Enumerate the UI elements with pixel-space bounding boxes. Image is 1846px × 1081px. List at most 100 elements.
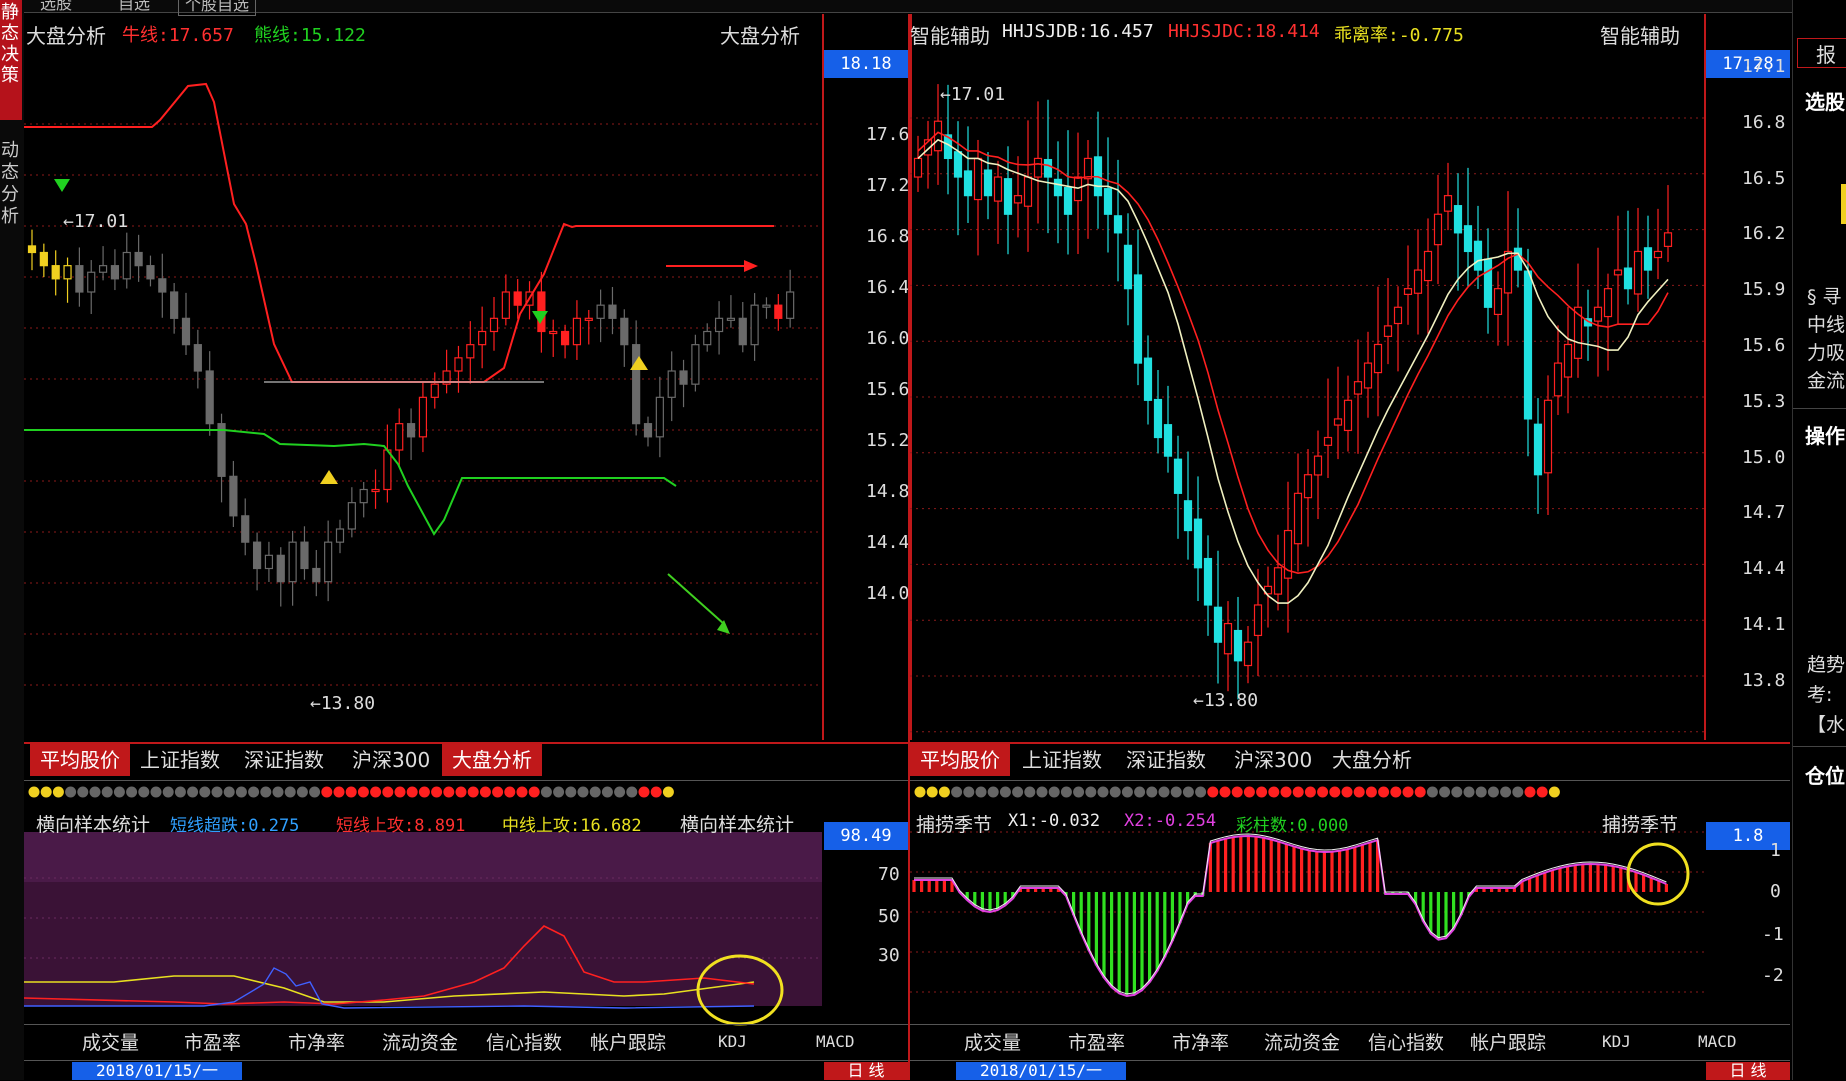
left-candle-body — [39, 251, 48, 267]
right-signal-dot — [999, 786, 1011, 798]
left-btab-account[interactable]: 帐户跟踪 — [590, 1028, 666, 1055]
right-status-period[interactable]: 日 线 — [1706, 1062, 1790, 1080]
left-green-pointer — [667, 573, 725, 625]
left-signal-dot — [540, 786, 552, 798]
left-candle-body — [750, 304, 759, 346]
left-candle-body — [714, 317, 724, 333]
right-signal-dot — [1073, 786, 1085, 798]
right-signal-dot — [1182, 786, 1194, 798]
right-sidebar-divider-2 — [1793, 746, 1846, 747]
left-signal-dot — [296, 786, 308, 798]
right-indicator-2: HHJSJDC:18.414 — [1168, 21, 1320, 42]
top-tab-2[interactable]: 自选 — [118, 0, 150, 14]
left-y-tick-0: 17.6 — [866, 124, 910, 145]
right-candle-body — [1053, 178, 1063, 197]
right-btab-macd[interactable]: MACD — [1698, 1032, 1737, 1051]
right-btab-liquidity[interactable]: 流动资金 — [1264, 1028, 1340, 1055]
right-signal-dot — [963, 786, 975, 798]
left-tab-shanghai[interactable]: 上证指数 — [130, 744, 230, 776]
left-signal-dot — [626, 786, 638, 798]
left-candle-body — [229, 475, 238, 517]
right-tab-shanghai[interactable]: 上证指数 — [1012, 744, 1112, 776]
left-candle-body — [572, 317, 582, 346]
right-signal-dot — [914, 786, 926, 798]
right-main-chart[interactable] — [910, 14, 1705, 740]
left-candle-body — [418, 396, 428, 438]
right-btab-pe[interactable]: 市盈率 — [1068, 1028, 1125, 1055]
right-candle-body — [1373, 343, 1383, 374]
left-btab-pb[interactable]: 市净率 — [288, 1028, 345, 1055]
left-btab-macd[interactable]: MACD — [816, 1032, 855, 1051]
right-signal-dot — [1353, 786, 1365, 798]
left-signal-dot — [211, 786, 223, 798]
left-tab-hs300[interactable]: 沪深300 — [342, 744, 440, 776]
right-tab-market-analysis[interactable]: 大盘分析 — [1322, 744, 1422, 776]
right-signal-dot — [975, 786, 987, 798]
left-candle-body — [158, 278, 167, 293]
sidebar-label[interactable]: 动态分析 — [1, 140, 21, 228]
left-status-period[interactable]: 日 线 — [824, 1062, 908, 1080]
left-y-tick-5: 15.6 — [866, 379, 910, 400]
right-btab-pb[interactable]: 市净率 — [1172, 1028, 1229, 1055]
left-signal-dot — [162, 786, 174, 798]
left-candle-body — [63, 265, 72, 280]
right-signal-dot — [1207, 786, 1219, 798]
left-y-tick-1: 17.2 — [866, 175, 910, 196]
right-tab-shenzhen[interactable]: 深证指数 — [1116, 744, 1216, 776]
left-signal-dot — [431, 786, 443, 798]
sidebar-active-tab[interactable]: 静态决策 — [0, 0, 22, 120]
right-tab-hs300[interactable]: 沪深300 — [1224, 744, 1322, 776]
left-candle-body — [620, 317, 629, 346]
right-btab-confidence[interactable]: 信心指数 — [1368, 1028, 1444, 1055]
left-tab-shenzhen[interactable]: 深证指数 — [234, 744, 334, 776]
right-candle-body — [1663, 232, 1673, 247]
right-high-value: 17.01 — [950, 84, 1006, 105]
left-candle-body — [430, 383, 439, 398]
left-tab-market-analysis[interactable]: 大盘分析 — [442, 744, 542, 776]
right-signal-dot — [1231, 786, 1243, 798]
top-tab-1[interactable]: 选股 — [40, 0, 72, 14]
left-sub-chart[interactable] — [23, 806, 822, 1026]
left-signal-dot — [65, 786, 77, 798]
left-candle-body — [27, 245, 37, 254]
right-sidebar-stock-pick[interactable]: 选股 — [1805, 86, 1845, 115]
left-buy-arrow — [320, 470, 338, 484]
left-high-label: ←17.01 — [63, 211, 128, 232]
left-candle-body — [264, 554, 274, 570]
left-tab-avg-price[interactable]: 平均股价 — [30, 744, 130, 776]
left-high-arrow: ← — [63, 211, 74, 232]
left-sub-l3: 中线上攻:16.682 — [502, 816, 642, 836]
left-candle-body — [478, 330, 487, 346]
right-sidebar-position[interactable]: 仓位 — [1805, 760, 1845, 789]
right-sidebar-operation[interactable]: 操作 — [1805, 420, 1845, 449]
right-signal-dot — [1414, 786, 1426, 798]
left-main-chart[interactable] — [24, 14, 907, 740]
left-btab-pe[interactable]: 市盈率 — [184, 1028, 241, 1055]
right-candle-body — [1153, 398, 1163, 439]
left-candle-body — [205, 370, 214, 425]
left-sub-band — [24, 832, 822, 882]
right-btab-account[interactable]: 帐户跟踪 — [1470, 1028, 1546, 1055]
right-btab-kdj[interactable]: KDJ — [1602, 1032, 1631, 1051]
right-sidebar-trend2: 考: — [1807, 684, 1833, 706]
left-btab-kdj[interactable]: KDJ — [718, 1032, 747, 1051]
right-indicator-3: 乖离率:-0.775 — [1334, 25, 1464, 46]
right-sidebar-top-button[interactable]: 报 — [1797, 38, 1846, 68]
right-candle-body — [1543, 399, 1553, 474]
left-signal-dot — [113, 786, 125, 798]
left-btab-volume[interactable]: 成交量 — [82, 1028, 139, 1055]
right-signal-dot — [1512, 786, 1524, 798]
left-candle-body — [406, 423, 416, 438]
right-signal-dot — [1378, 786, 1390, 798]
right-sub-chart[interactable] — [910, 806, 1704, 1026]
left-signal-dot — [638, 786, 650, 798]
left-btab-confidence[interactable]: 信心指数 — [486, 1028, 562, 1055]
right-btab-volume[interactable]: 成交量 — [964, 1028, 1021, 1055]
right-candle-body — [1223, 622, 1233, 655]
left-btab-liquidity[interactable]: 流动资金 — [382, 1028, 458, 1055]
left-candle-body — [584, 317, 593, 321]
right-tab-avg-price[interactable]: 平均股价 — [910, 744, 1010, 776]
right-candle-body — [1193, 518, 1203, 569]
left-candle-body — [335, 528, 345, 543]
right-signal-dot — [1390, 786, 1402, 798]
